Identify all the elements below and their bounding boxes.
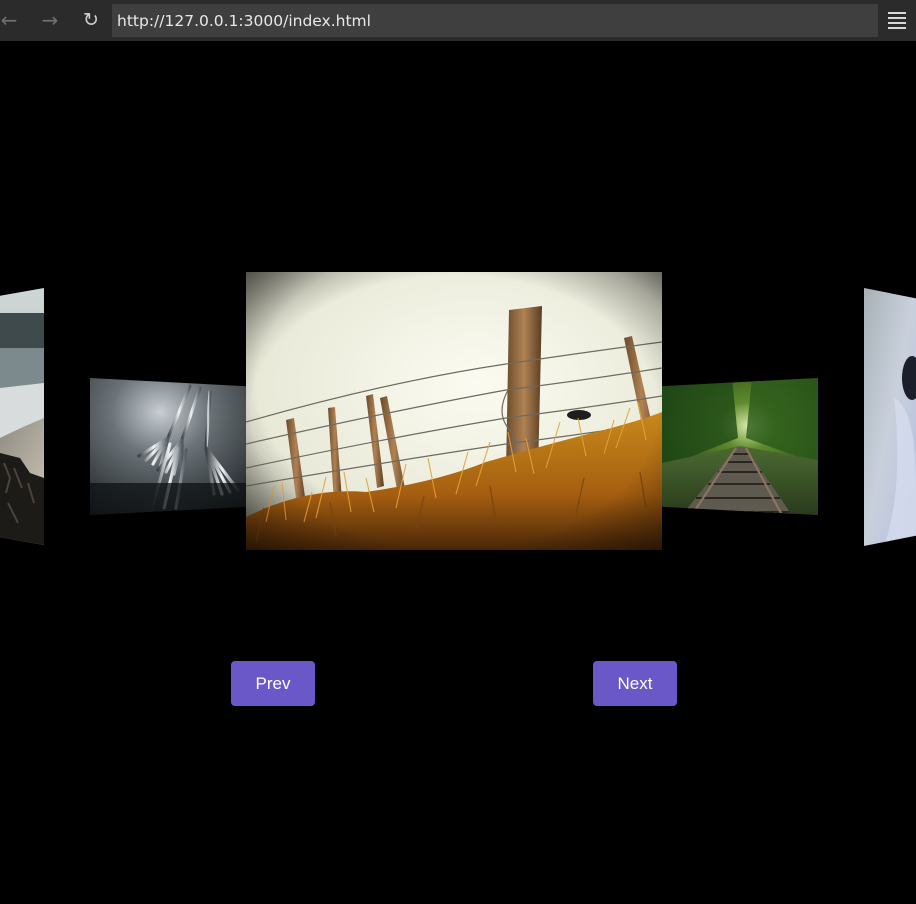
- address-bar[interactable]: http://127.0.0.1:3000/index.html: [112, 4, 878, 37]
- next-button-label: Next: [617, 673, 653, 693]
- slide-partial-blue[interactable]: [864, 288, 916, 546]
- fence-image: [246, 272, 662, 550]
- prev-button-label: Prev: [255, 673, 291, 693]
- back-arrow-icon[interactable]: ←: [0, 8, 21, 32]
- slide-beach[interactable]: [0, 288, 44, 545]
- slide-railway[interactable]: [662, 378, 818, 515]
- prev-button[interactable]: Prev: [231, 661, 315, 706]
- reload-icon[interactable]: ↻: [79, 8, 103, 32]
- railway-image: [662, 378, 818, 515]
- hamburger-menu-icon[interactable]: [888, 12, 906, 29]
- browser-toolbar: ← → ↻ http://127.0.0.1:3000/index.html: [0, 0, 916, 41]
- slide-fence-active[interactable]: [246, 272, 662, 550]
- forks-image: [90, 378, 246, 515]
- slide-forks[interactable]: [90, 378, 246, 515]
- carousel-stage: Prev Next: [0, 41, 916, 904]
- address-url: http://127.0.0.1:3000/index.html: [117, 11, 371, 30]
- next-button[interactable]: Next: [593, 661, 677, 706]
- beach-image: [0, 288, 44, 545]
- partial-blue-image: [864, 288, 916, 546]
- forward-arrow-icon[interactable]: →: [38, 8, 62, 32]
